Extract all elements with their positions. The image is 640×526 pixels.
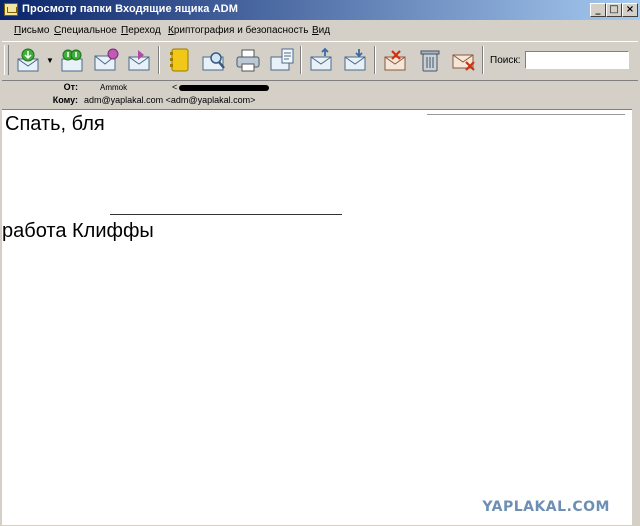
from-name[interactable]: Ammok	[100, 83, 127, 92]
maximize-button[interactable]: □	[606, 3, 622, 17]
toolbar-separator	[158, 46, 160, 74]
menu-bar: Письмо Специальное Переход Криптография …	[0, 20, 640, 40]
menu-crypto[interactable]: Криптография и безопасность	[168, 25, 308, 36]
search-input[interactable]	[525, 51, 629, 69]
menu-view[interactable]: Вид	[312, 25, 330, 36]
toolbar-separator	[374, 46, 376, 74]
title-bar: Просмотр папки Входящие ящика ADM _ □ ×	[0, 0, 640, 20]
search-label: Поиск:	[490, 55, 521, 66]
reply-icon[interactable]	[126, 46, 154, 74]
menu-go[interactable]: Переход	[121, 25, 161, 36]
folder-mail-icon	[4, 3, 18, 16]
scratch-line	[427, 114, 625, 115]
message-body[interactable]: Спать, бля работа Клиффы YAPLAKAL.COM	[2, 109, 632, 525]
print-icon[interactable]	[234, 46, 262, 74]
properties-icon[interactable]	[268, 46, 296, 74]
receive-mail-icon[interactable]	[14, 46, 42, 74]
body-line-1: Спать, бля	[5, 113, 105, 135]
address-book-icon[interactable]	[166, 46, 194, 74]
previous-message-icon[interactable]	[308, 46, 336, 74]
message-header: От: Ammok < Кому: adm@yaplakal.com <adm@…	[2, 80, 634, 108]
delete-read-icon[interactable]	[450, 46, 478, 74]
from-email[interactable]: <	[172, 82, 177, 92]
receive-all-icon[interactable]	[58, 46, 86, 74]
mark-read-icon[interactable]	[382, 46, 410, 74]
toolbar: ▼ Поиск:	[2, 41, 638, 81]
menu-letter[interactable]: Письмо	[14, 25, 49, 36]
body-line-2: работа Клиффы	[2, 220, 154, 242]
close-button[interactable]: ×	[622, 3, 638, 17]
find-icon[interactable]	[200, 46, 228, 74]
redaction-mark	[179, 85, 269, 91]
window-title: Просмотр папки Входящие ящика ADM	[22, 3, 238, 15]
site-watermark: YAPLAKAL.COM	[482, 499, 610, 515]
from-label: От:	[63, 82, 78, 92]
chevron-down-icon[interactable]: ▼	[46, 56, 54, 65]
toolbar-grip[interactable]	[4, 45, 9, 75]
toolbar-separator	[482, 46, 484, 74]
menu-special[interactable]: Специальное	[54, 25, 117, 36]
mail-window: Просмотр папки Входящие ящика ADM _ □ × …	[0, 0, 640, 526]
next-message-icon[interactable]	[342, 46, 370, 74]
minimize-button[interactable]: _	[590, 3, 606, 17]
toolbar-separator	[300, 46, 302, 74]
delete-icon[interactable]	[416, 46, 444, 74]
to-address[interactable]: adm@yaplakal.com <adm@yaplakal.com>	[84, 95, 255, 105]
underline-rule	[110, 214, 342, 215]
new-message-icon[interactable]	[92, 46, 120, 74]
to-label: Кому:	[52, 95, 78, 105]
